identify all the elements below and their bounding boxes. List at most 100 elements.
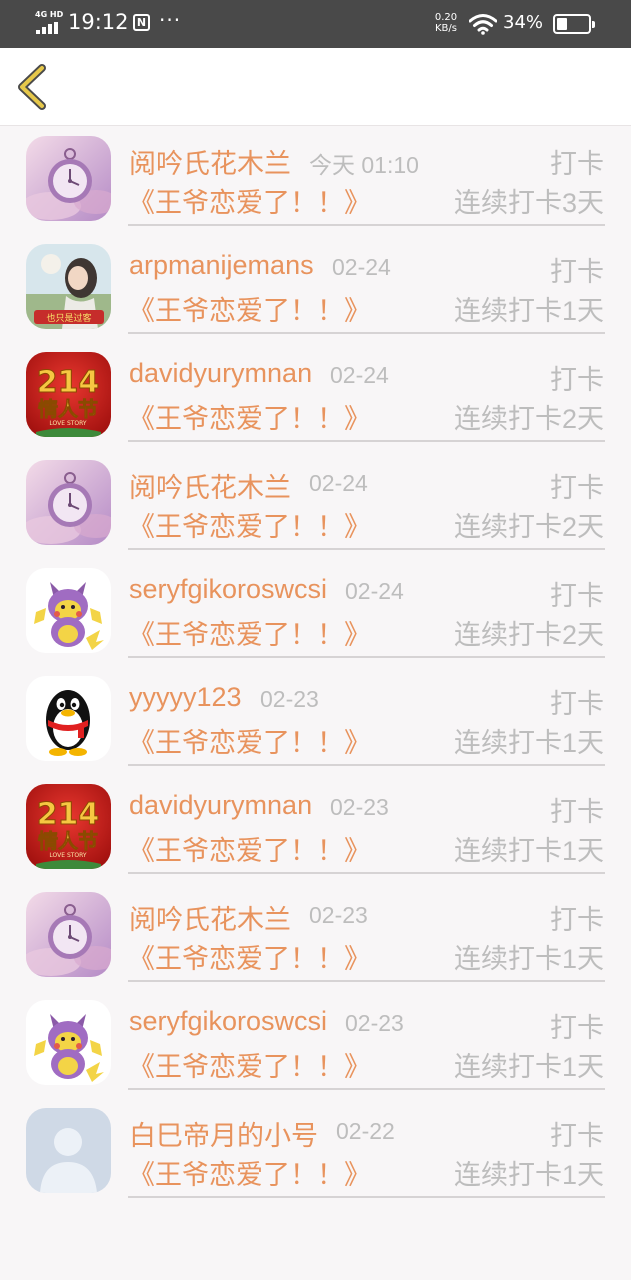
user-avatar[interactable]	[26, 892, 111, 977]
user-avatar[interactable]	[26, 136, 111, 221]
streak-count: 连续打卡1天	[453, 296, 604, 326]
user-avatar[interactable]	[26, 1000, 111, 1085]
more-notifications-icon: ···	[159, 8, 182, 32]
record-time: 02-24	[330, 362, 389, 388]
checkin-record-row[interactable]: 214 情人节 LOVE STORY davidyurymnan 02-23 打卡《…	[0, 774, 631, 882]
valentine-number: 214	[37, 797, 100, 832]
record-time: 02-23	[345, 1010, 404, 1036]
record-content: 白巳帝月的小号 02-22 打卡《王爷恋爱了！！》 连续打卡1天	[128, 1098, 605, 1198]
streak-count: 连续打卡2天	[453, 512, 604, 542]
battery-icon	[553, 14, 595, 34]
record-action: 打卡	[550, 473, 604, 503]
valentine-sub: LOVE STORY	[49, 852, 87, 859]
checkin-record-row[interactable]: 214 情人节 LOVE STORY davidyurymnan 02-24 打卡《…	[0, 342, 631, 450]
record-content: davidyurymnan 02-24 打卡《王爷恋爱了！！》 连续打卡2天	[128, 342, 605, 442]
book-title[interactable]: 《王爷恋爱了！！》	[128, 613, 371, 652]
username[interactable]: seryfgikoroswcsi	[129, 1006, 327, 1037]
streak-count: 连续打卡1天	[453, 836, 604, 866]
valentine-title: 情人节	[38, 397, 98, 421]
book-title[interactable]: 《王爷恋爱了！！》	[128, 289, 371, 328]
record-action: 打卡	[550, 905, 604, 935]
record-content: yyyyy123 02-23 打卡《王爷恋爱了！！》 连续打卡1天	[128, 666, 605, 766]
checkin-record-row[interactable]: 阅吟氏花木兰 02-23 打卡《王爷恋爱了！！》 连续打卡1天	[0, 882, 631, 990]
streak-count: 连续打卡1天	[453, 944, 604, 974]
streak-count: 连续打卡1天	[453, 1160, 604, 1190]
username[interactable]: 阅吟氏花木兰	[129, 142, 291, 181]
checkin-record-list: 阅吟氏花木兰 今天 01:10 打卡 《王爷恋爱了！！》 连续打卡3天 也只是过客 ar…	[0, 126, 631, 1206]
user-avatar[interactable]	[26, 460, 111, 545]
clock: 19:12	[68, 10, 129, 34]
username[interactable]: davidyurymnan	[129, 790, 312, 821]
record-action: 打卡	[550, 581, 604, 611]
streak-count: 连续打卡3天	[453, 188, 604, 218]
network-speed-unit: KB/s	[435, 23, 457, 34]
username[interactable]: seryfgikoroswcsi	[129, 574, 327, 605]
user-avatar[interactable]	[26, 1108, 111, 1193]
back-button[interactable]	[12, 62, 56, 112]
record-content: davidyurymnan 02-23 打卡 《王爷恋爱了！！》 连续打卡1天	[128, 774, 605, 874]
chevron-left-icon[interactable]	[12, 62, 56, 112]
book-title[interactable]: 《王爷恋爱了！！》	[128, 1045, 371, 1084]
network-speed: 0.20 KB/s	[430, 12, 462, 34]
record-action: 打卡	[550, 1013, 604, 1043]
status-bar: 4G HD 19:12 N ··· 0.20 KB/s 34%	[0, 0, 631, 48]
checkin-record-row[interactable]: 也只是过客 arpmanijemans 02-24 打卡《王爷恋爱了！！》 连续打卡1…	[0, 234, 631, 342]
record-time: 02-23	[309, 902, 368, 928]
battery-percentage: 34%	[503, 12, 544, 33]
streak-count: 连续打卡1天	[453, 1052, 604, 1082]
network-type: 4G HD	[35, 10, 64, 19]
nfc-icon: N	[133, 14, 150, 31]
user-avatar[interactable]	[26, 676, 111, 761]
valentine-sub: LOVE STORY	[49, 420, 87, 427]
username[interactable]: arpmanijemans	[129, 250, 314, 281]
network-speed-value: 0.20	[434, 12, 458, 23]
record-content: 阅吟氏花木兰 02-23 打卡《王爷恋爱了！！》 连续打卡1天	[128, 882, 605, 982]
wifi-icon	[469, 14, 497, 35]
book-title[interactable]: 《王爷恋爱了！！》	[128, 505, 371, 544]
checkin-record-row[interactable]: 白巳帝月的小号 02-22 打卡《王爷恋爱了！！》 连续打卡1天	[0, 1098, 631, 1206]
streak-count: 连续打卡1天	[453, 728, 604, 758]
record-time: 02-23	[330, 794, 389, 820]
record-content: arpmanijemans 02-24 打卡《王爷恋爱了！！》 连续打卡1天	[128, 234, 605, 334]
username[interactable]: davidyurymnan	[129, 358, 312, 389]
valentine-title: 情人节	[38, 829, 98, 853]
user-avatar[interactable]: 也只是过客	[26, 244, 111, 329]
username[interactable]: 阅吟氏花木兰	[129, 898, 291, 937]
user-avatar[interactable]	[26, 568, 111, 653]
user-avatar[interactable]: 214 情人节 LOVE STORY	[26, 352, 111, 437]
record-action: 打卡	[550, 149, 604, 179]
username[interactable]: 白巳帝月的小号	[129, 1114, 318, 1153]
girl-caption: 也只是过客	[46, 312, 91, 324]
username[interactable]: yyyyy123	[129, 682, 242, 713]
checkin-record-row[interactable]: seryfgikoroswcsi 02-23 打卡《王爷恋爱了！！》 连续打卡1天	[0, 990, 631, 1098]
record-action: 打卡	[550, 365, 604, 395]
record-time: 02-24	[332, 254, 391, 280]
book-title[interactable]: 《王爷恋爱了！！》	[128, 937, 371, 976]
record-action: 打卡	[550, 1121, 604, 1151]
book-title[interactable]: 《王爷恋爱了！！》	[128, 397, 371, 436]
record-time: 02-24	[309, 470, 368, 496]
checkin-record-row[interactable]: seryfgikoroswcsi 02-24 打卡《王爷恋爱了！！》 连续打卡2天	[0, 558, 631, 666]
streak-count: 连续打卡2天	[453, 404, 604, 434]
checkin-record-row[interactable]: 阅吟氏花木兰 02-24 打卡《王爷恋爱了！！》 连续打卡2天	[0, 450, 631, 558]
record-content: seryfgikoroswcsi 02-23 打卡《王爷恋爱了！！》 连续打卡1天	[128, 990, 605, 1090]
record-time: 02-23	[260, 686, 319, 712]
record-time: 02-24	[345, 578, 404, 604]
checkin-record-row[interactable]: yyyyy123 02-23 打卡《王爷恋爱了！！》 连续打卡1天	[0, 666, 631, 774]
book-title[interactable]: 《王爷恋爱了！！》	[128, 181, 371, 220]
record-time: 02-22	[336, 1118, 395, 1144]
navigation-bar	[0, 48, 631, 126]
book-title[interactable]: 《王爷恋爱了！！》	[128, 829, 371, 868]
book-title[interactable]: 《王爷恋爱了！！》	[128, 721, 371, 760]
checkin-record-row[interactable]: 阅吟氏花木兰 今天 01:10 打卡 《王爷恋爱了！！》 连续打卡3天	[0, 126, 631, 234]
streak-count: 连续打卡2天	[453, 620, 604, 650]
record-content: 阅吟氏花木兰 02-24 打卡《王爷恋爱了！！》 连续打卡2天	[128, 450, 605, 550]
record-content: 阅吟氏花木兰 今天 01:10 打卡 《王爷恋爱了！！》 连续打卡3天	[128, 126, 605, 226]
record-action: 打卡	[550, 257, 604, 287]
record-content: seryfgikoroswcsi 02-24 打卡《王爷恋爱了！！》 连续打卡2天	[128, 558, 605, 658]
book-title[interactable]: 《王爷恋爱了！！》	[128, 1153, 371, 1192]
battery-level	[557, 18, 567, 30]
username[interactable]: 阅吟氏花木兰	[129, 466, 291, 505]
user-avatar[interactable]: 214 情人节 LOVE STORY	[26, 784, 111, 869]
record-action: 打卡	[550, 689, 604, 719]
